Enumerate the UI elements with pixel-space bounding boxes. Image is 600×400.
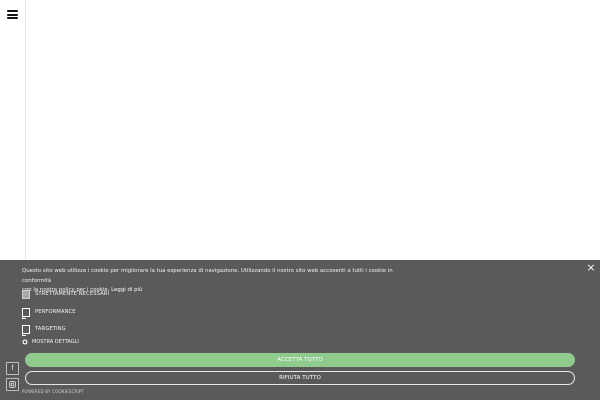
cookie-banner: × Questo sito web utilizza i cookie per … — [0, 260, 600, 400]
cookie-text-line1: Questo sito web utilizza i cookie per mi… — [22, 268, 393, 284]
instagram-glyph — [9, 381, 16, 388]
checkbox-targeting[interactable] — [22, 324, 30, 336]
option-targeting[interactable]: TARGETING — [22, 324, 66, 336]
show-details-label: MOSTRA DETTAGLI — [32, 339, 79, 345]
read-more-link[interactable]: Leggi di più — [111, 287, 142, 293]
checkbox-strictly-necessary[interactable] — [22, 289, 30, 299]
option-strictly-necessary[interactable]: STRETTAMENTE NECESSARI — [22, 289, 109, 299]
powered-by-label: POWERED BY COOKIESCRIPT — [22, 389, 85, 394]
option-label: PERFORMANCE — [35, 309, 76, 315]
show-details-toggle[interactable]: MOSTRA DETTAGLI — [22, 338, 79, 346]
option-label: STRETTAMENTE NECESSARI — [35, 291, 110, 297]
page: × Questo sito web utilizza i cookie per … — [0, 0, 600, 400]
reject-all-button[interactable]: RIFIUTA TUTTO — [25, 371, 575, 385]
gear-icon — [22, 339, 28, 345]
close-icon[interactable]: × — [586, 262, 596, 274]
checkbox-performance[interactable] — [22, 307, 30, 319]
facebook-icon[interactable]: f — [6, 362, 19, 375]
hamburger-menu-icon[interactable] — [7, 10, 18, 19]
option-performance[interactable]: PERFORMANCE — [22, 307, 76, 319]
instagram-icon[interactable] — [6, 378, 19, 391]
option-label: TARGETING — [35, 326, 66, 332]
accept-all-button[interactable]: ACCETTA TUTTO — [25, 353, 575, 367]
